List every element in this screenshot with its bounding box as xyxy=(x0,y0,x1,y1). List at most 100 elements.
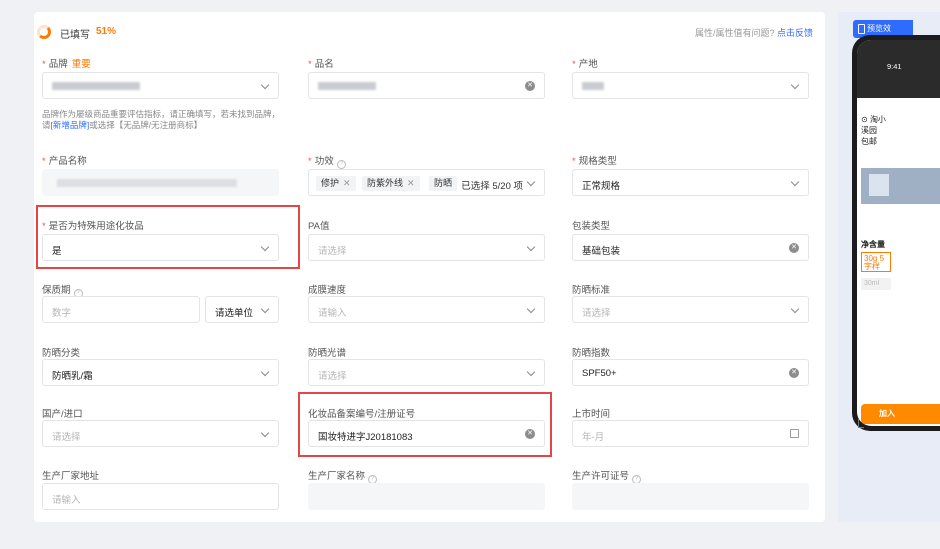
package-type-select[interactable]: 基础包装 ✕ xyxy=(572,234,809,261)
product-title-input[interactable] xyxy=(42,169,279,196)
phone-time: 9:41 xyxy=(887,62,902,71)
form-header: 已填写 51% 属性/属性值有问题? 点击反馈 xyxy=(34,12,825,48)
spec-type-label: * 规格类型 xyxy=(572,156,617,167)
product-name-label: * 品名 xyxy=(308,59,334,70)
phone-screen: 9:41 ⊙ 淘小 溪园 包邮 净含量 30g 5 字样 30ml 加入 xyxy=(857,40,940,426)
product-thumbnail xyxy=(869,174,889,196)
add-brand-link[interactable]: [新增品牌] xyxy=(51,120,90,130)
important-tag: 重要 xyxy=(71,59,91,70)
highlight-frame xyxy=(298,392,552,457)
pa-label: PA值 xyxy=(308,221,330,232)
chevron-down-icon xyxy=(526,304,536,314)
redacted-value xyxy=(582,82,604,90)
progress-ring-icon xyxy=(37,25,51,39)
highlight-frame xyxy=(36,205,300,269)
phone-preview: 9:41 ⊙ 淘小 溪园 包邮 净含量 30g 5 字样 30ml 加入 xyxy=(852,35,940,431)
sun-category-value: 防晒乳/霜 xyxy=(52,371,93,382)
maker-address-label: 生产厂家地址 xyxy=(42,471,100,482)
preview-panel: 预览效 9:41 ⊙ 淘小 溪园 包邮 净含量 30g 5 字样 30ml 加入 xyxy=(838,12,940,522)
chevron-down-icon xyxy=(790,304,800,314)
film-speed-placeholder: 请输入 xyxy=(318,308,347,319)
domestic-import-label: 国产/进口 xyxy=(42,409,83,420)
package-type-value: 基础包装 xyxy=(582,246,621,257)
efficacy-count: 已选择 5/20 项 xyxy=(461,181,523,192)
shelf-life-unit-select[interactable]: 请选单位 xyxy=(205,296,279,323)
calendar-icon xyxy=(790,429,799,438)
chevron-down-icon xyxy=(526,242,536,252)
add-to-cart-button[interactable]: 加入 xyxy=(861,404,940,424)
sun-standard-placeholder: 请选择 xyxy=(582,308,611,319)
net-content-label: 净含量 xyxy=(861,240,885,249)
efficacy-label: * 功效? xyxy=(308,153,346,169)
redacted-value xyxy=(57,179,237,187)
sun-category-select[interactable]: 防晒乳/霜 xyxy=(42,359,279,386)
progress-percent: 51% xyxy=(96,26,117,37)
efficacy-tag: 防晒 xyxy=(429,176,458,191)
location-text: ⊙ 淘小 溪园 包邮 xyxy=(861,115,886,146)
sun-standard-label: 防晒标准 xyxy=(572,285,611,296)
launch-time-placeholder: 年-月 xyxy=(582,432,605,443)
chevron-down-icon xyxy=(260,80,270,90)
clear-icon[interactable]: ✕ xyxy=(525,81,535,91)
license-no-input xyxy=(572,483,809,510)
film-speed-select[interactable]: 请输入 xyxy=(308,296,545,323)
launch-time-label: 上市时间 xyxy=(572,409,611,420)
help-icon[interactable]: ? xyxy=(336,160,346,169)
spec-option[interactable]: 30ml xyxy=(861,278,891,290)
product-title-label: * 产品名称 xyxy=(42,156,87,167)
efficacy-multiselect[interactable]: 修护 ✕ 防紫外线 ✕ 防晒 已选择 5/20 项 xyxy=(308,169,545,196)
pa-placeholder: 请选择 xyxy=(318,246,347,257)
domestic-import-placeholder: 请选择 xyxy=(52,432,81,443)
chevron-down-icon xyxy=(260,304,270,314)
feedback-link[interactable]: 点击反馈 xyxy=(777,28,813,38)
efficacy-tag: 修护 ✕ xyxy=(316,176,356,191)
sun-standard-select[interactable]: 请选择 xyxy=(572,296,809,323)
package-type-label: 包装类型 xyxy=(572,221,611,232)
brand-label: * 品牌 重要 xyxy=(42,59,91,70)
origin-label: * 产地 xyxy=(572,59,598,70)
chevron-down-icon xyxy=(260,367,270,377)
redacted-value xyxy=(318,82,376,90)
film-speed-label: 成膜速度 xyxy=(308,285,347,296)
efficacy-tag: 防紫外线 ✕ xyxy=(362,176,420,191)
pa-select[interactable]: 请选择 xyxy=(308,234,545,261)
remove-tag-icon[interactable]: ✕ xyxy=(343,178,351,188)
maker-name-label: 生产厂家名称? xyxy=(308,468,378,484)
redacted-value xyxy=(52,82,140,90)
shelf-life-input[interactable]: 数字 xyxy=(42,296,200,323)
spec-option-selected[interactable]: 30g 5 字样 xyxy=(861,252,891,272)
chevron-down-icon xyxy=(260,428,270,438)
brand-select[interactable] xyxy=(42,72,279,99)
sun-index-value: SPF50+ xyxy=(582,368,617,379)
chevron-down-icon xyxy=(526,177,536,187)
shelf-life-unit-value: 请选单位 xyxy=(215,308,254,319)
chevron-down-icon xyxy=(790,177,800,187)
launch-time-picker[interactable]: 年-月 xyxy=(572,420,809,447)
feedback-hint: 属性/属性值有问题? 点击反馈 xyxy=(694,28,813,38)
maker-name-input xyxy=(308,483,545,510)
spec-type-value: 正常规格 xyxy=(582,181,621,192)
sun-index-select[interactable]: SPF50+ ✕ xyxy=(572,359,809,386)
product-name-input[interactable]: ✕ xyxy=(308,72,545,99)
maker-address-placeholder: 请输入 xyxy=(52,495,81,506)
sun-category-label: 防晒分类 xyxy=(42,348,81,359)
chevron-down-icon xyxy=(526,367,536,377)
sun-spectrum-select[interactable]: 请选择 xyxy=(308,359,545,386)
clear-icon[interactable]: ✕ xyxy=(789,368,799,378)
progress-label: 已填写 xyxy=(60,30,90,41)
remove-tag-icon[interactable]: ✕ xyxy=(407,178,415,188)
domestic-import-select[interactable]: 请选择 xyxy=(42,420,279,447)
sun-index-label: 防晒指数 xyxy=(572,348,611,359)
brand-note: 品牌作为屡级商品重要评估指标，请正确填写，若未找到品牌，请[新增品牌]或选择【无… xyxy=(42,109,281,130)
clear-icon[interactable]: ✕ xyxy=(789,243,799,253)
license-no-label: 生产许可证号? xyxy=(572,468,642,484)
corner-mark xyxy=(858,418,864,428)
maker-address-input[interactable]: 请输入 xyxy=(42,483,279,510)
spec-type-select[interactable]: 正常规格 xyxy=(572,169,809,196)
chevron-down-icon xyxy=(790,80,800,90)
sun-spectrum-placeholder: 请选择 xyxy=(318,371,347,382)
shelf-life-placeholder: 数字 xyxy=(52,308,72,319)
origin-select[interactable] xyxy=(572,72,809,99)
product-attribute-form: 已填写 51% 属性/属性值有问题? 点击反馈 * 品牌 重要 * 品名 ✕ * 产地 … xyxy=(34,12,825,522)
sun-spectrum-label: 防晒光谱 xyxy=(308,348,347,359)
